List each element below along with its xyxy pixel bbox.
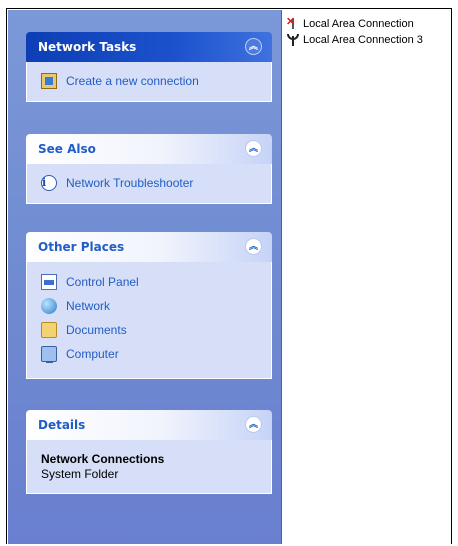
connections-list: Local Area Connection Local Area Connect… bbox=[286, 15, 423, 48]
details-folder-name: Network Connections bbox=[41, 452, 165, 466]
network-link[interactable]: Network bbox=[27, 294, 271, 318]
details-header[interactable]: Details ︽ bbox=[26, 410, 272, 440]
other-places-header[interactable]: Other Places ︽ bbox=[26, 232, 272, 262]
other-places-body: Control Panel Network Documents Computer bbox=[26, 262, 272, 379]
network-antenna-icon bbox=[286, 33, 300, 47]
collapse-chevron-icon[interactable]: ︽ bbox=[245, 238, 262, 255]
control-panel-label: Control Panel bbox=[66, 275, 139, 289]
task-pane: Network Tasks ︽ Create a new connection … bbox=[8, 10, 282, 544]
collapse-chevron-icon[interactable]: ︽ bbox=[245, 38, 262, 55]
create-new-connection-link[interactable]: Create a new connection bbox=[27, 69, 271, 93]
connection-item[interactable]: Local Area Connection 3 bbox=[286, 32, 423, 48]
collapse-chevron-icon[interactable]: ︽ bbox=[245, 416, 262, 433]
connection-item[interactable]: Local Area Connection bbox=[286, 15, 423, 32]
network-tasks-panel: Network Tasks ︽ Create a new connection bbox=[26, 32, 272, 102]
network-troubleshooter-link[interactable]: i Network Troubleshooter bbox=[27, 171, 271, 195]
other-places-title: Other Places bbox=[38, 240, 125, 254]
documents-label: Documents bbox=[66, 323, 127, 337]
connection-label: Local Area Connection bbox=[303, 18, 414, 30]
network-tasks-title: Network Tasks bbox=[38, 40, 137, 54]
see-also-header[interactable]: See Also ︽ bbox=[26, 134, 272, 164]
network-tasks-header[interactable]: Network Tasks ︽ bbox=[26, 32, 272, 62]
create-new-connection-label: Create a new connection bbox=[66, 74, 199, 88]
computer-icon bbox=[41, 346, 57, 363]
see-also-title: See Also bbox=[38, 142, 96, 156]
control-panel-icon bbox=[41, 274, 57, 290]
details-title: Details bbox=[38, 418, 86, 432]
see-also-panel: See Also ︽ i Network Troubleshooter bbox=[26, 134, 272, 204]
network-label: Network bbox=[66, 299, 111, 313]
new-connection-wizard-icon bbox=[41, 73, 57, 89]
documents-link[interactable]: Documents bbox=[27, 318, 271, 342]
network-icon bbox=[41, 298, 57, 314]
computer-link[interactable]: Computer bbox=[27, 342, 271, 366]
other-places-panel: Other Places ︽ Control Panel Network Doc… bbox=[26, 232, 272, 379]
computer-label: Computer bbox=[66, 347, 119, 361]
details-panel: Details ︽ Network Connections System Fol… bbox=[26, 410, 272, 494]
info-icon: i bbox=[41, 175, 57, 191]
documents-folder-icon bbox=[41, 322, 57, 338]
network-troubleshooter-label: Network Troubleshooter bbox=[66, 176, 194, 190]
control-panel-link[interactable]: Control Panel bbox=[27, 270, 271, 294]
collapse-chevron-icon[interactable]: ︽ bbox=[245, 140, 262, 157]
connection-label: Local Area Connection 3 bbox=[303, 34, 423, 46]
network-tasks-body: Create a new connection bbox=[26, 62, 272, 102]
see-also-body: i Network Troubleshooter bbox=[26, 164, 272, 204]
details-body: Network Connections System Folder bbox=[26, 440, 272, 494]
details-folder-type: System Folder bbox=[41, 467, 119, 481]
disconnected-network-icon bbox=[286, 15, 300, 31]
